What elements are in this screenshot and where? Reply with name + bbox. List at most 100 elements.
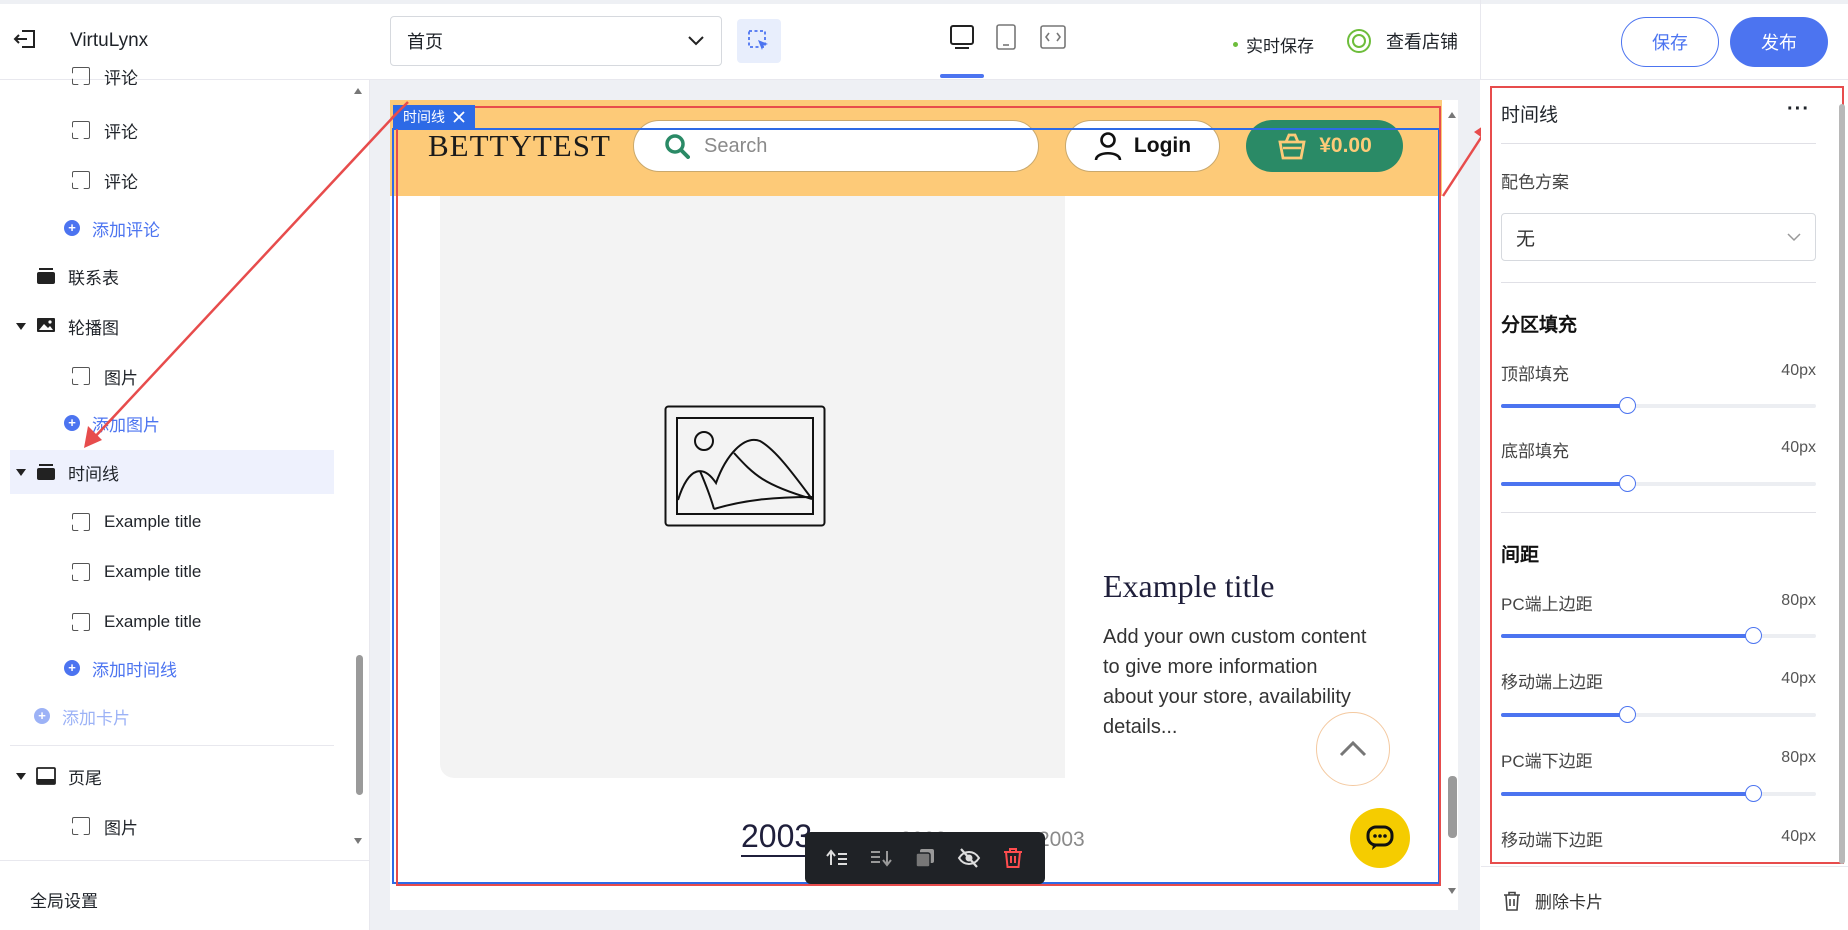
save-button[interactable]: 保存 bbox=[1621, 17, 1719, 67]
close-icon[interactable] bbox=[453, 111, 465, 123]
slider-handle[interactable] bbox=[1619, 475, 1636, 492]
add-comment-label: 添加评论 bbox=[92, 220, 160, 240]
tree-item-comment[interactable]: 评论 bbox=[72, 108, 138, 152]
duplicate-icon[interactable] bbox=[913, 846, 937, 870]
move-up-icon[interactable] bbox=[825, 846, 849, 870]
tree-item-label: 轮播图 bbox=[68, 318, 119, 338]
color-scheme-label: 配色方案 bbox=[1501, 173, 1569, 192]
block-bracket-icon bbox=[72, 67, 90, 85]
add-timeline-button[interactable]: + 添加时间线 bbox=[64, 646, 177, 690]
tree-item-carousel-image[interactable]: 图片 bbox=[72, 354, 138, 398]
tablet-view-button[interactable] bbox=[992, 22, 1020, 52]
delete-card-button[interactable]: 删除卡片 bbox=[1503, 888, 1603, 913]
caret-down-icon[interactable] bbox=[16, 468, 26, 476]
mobile-bottom-margin-label: 移动端下边距 bbox=[1501, 831, 1603, 850]
selection-tag[interactable]: 时间线 bbox=[393, 105, 475, 129]
add-card-button[interactable]: + 添加卡片 bbox=[34, 694, 130, 738]
tree-item-timeline-entry[interactable]: Example title bbox=[72, 550, 201, 594]
pc-bottom-margin-slider[interactable] bbox=[1501, 785, 1816, 802]
hide-icon[interactable] bbox=[957, 846, 981, 870]
add-image-button[interactable]: + 添加图片 bbox=[64, 401, 160, 445]
tree-item-label: 评论 bbox=[104, 172, 138, 192]
chevron-down-icon bbox=[688, 36, 704, 46]
caret-down-icon[interactable] bbox=[16, 322, 26, 330]
tree-item-label: 图片 bbox=[104, 818, 138, 838]
tree-scrollbar-thumb[interactable] bbox=[356, 655, 363, 795]
section-padding-heading: 分区填充 bbox=[1501, 315, 1578, 336]
canvas-scrollbar-thumb[interactable] bbox=[1448, 776, 1457, 838]
delete-card-label: 删除卡片 bbox=[1535, 893, 1603, 912]
tree-item-label: Example title bbox=[104, 562, 202, 581]
plus-circle-icon: + bbox=[64, 660, 80, 676]
block-bracket-icon bbox=[72, 367, 90, 385]
trash-icon[interactable] bbox=[1001, 846, 1025, 870]
tree-item-label: 时间线 bbox=[68, 464, 119, 484]
tree-item-label: 页尾 bbox=[68, 768, 102, 788]
settings-title: 时间线 bbox=[1501, 105, 1559, 126]
fullwidth-view-button[interactable] bbox=[1039, 22, 1067, 52]
add-timeline-label: 添加时间线 bbox=[92, 660, 177, 680]
selection-cursor-icon bbox=[748, 30, 768, 50]
caret-down-icon[interactable] bbox=[16, 772, 26, 780]
pc-bottom-margin-value: 80px bbox=[1781, 749, 1816, 766]
expand-width-icon bbox=[1040, 25, 1066, 49]
tree-item-label: Example title bbox=[104, 512, 202, 531]
mobile-top-margin-slider[interactable] bbox=[1501, 706, 1816, 723]
tree-item-contact-form[interactable]: 联系表 bbox=[36, 254, 119, 298]
color-scheme-select[interactable]: 无 bbox=[1501, 213, 1816, 261]
settings-divider bbox=[1501, 282, 1816, 283]
publish-button[interactable]: 发布 bbox=[1730, 17, 1828, 67]
selection-tag-label: 时间线 bbox=[403, 109, 445, 125]
slider-handle[interactable] bbox=[1619, 397, 1636, 414]
spacing-heading: 间距 bbox=[1501, 545, 1540, 566]
block-bracket-icon bbox=[72, 613, 90, 631]
tree-item-comment[interactable]: 评论 bbox=[72, 62, 138, 90]
bottom-padding-slider[interactable] bbox=[1501, 475, 1816, 492]
settings-scrollbar-thumb[interactable] bbox=[1839, 104, 1845, 864]
mobile-top-margin-value: 40px bbox=[1781, 670, 1816, 687]
plus-circle-icon: + bbox=[34, 708, 50, 724]
image-section-icon bbox=[37, 318, 55, 332]
move-down-icon[interactable] bbox=[869, 846, 893, 870]
tree-item-timeline[interactable]: 时间线 bbox=[16, 450, 119, 494]
pc-top-margin-label: PC端上边距 bbox=[1501, 595, 1593, 614]
tree-item-label: 图片 bbox=[104, 368, 138, 388]
tree-item-timeline-entry[interactable]: Example title bbox=[72, 600, 201, 644]
tree-item-label: 联系表 bbox=[68, 268, 119, 288]
desktop-icon bbox=[950, 25, 974, 49]
desktop-view-button[interactable] bbox=[948, 22, 976, 52]
autosave-label: 实时保存 bbox=[1246, 37, 1314, 56]
top-padding-slider[interactable] bbox=[1501, 397, 1816, 414]
slider-handle[interactable] bbox=[1619, 706, 1636, 723]
footer-section-icon bbox=[36, 767, 56, 785]
add-comment-button[interactable]: + 添加评论 bbox=[64, 206, 160, 250]
top-padding-value: 40px bbox=[1781, 362, 1816, 379]
page-select[interactable]: 首页 bbox=[390, 16, 722, 66]
view-store-link[interactable]: 查看店铺 bbox=[1346, 28, 1458, 54]
section-block-icon bbox=[37, 464, 55, 480]
chevron-down-icon bbox=[1787, 232, 1801, 241]
tree-item-carousel[interactable]: 轮播图 bbox=[16, 304, 119, 348]
more-options-icon[interactable]: ··· bbox=[1787, 98, 1810, 121]
tree-item-label: 评论 bbox=[104, 122, 138, 142]
tree-item-footer[interactable]: 页尾 bbox=[16, 754, 102, 798]
slider-handle[interactable] bbox=[1745, 785, 1762, 802]
tree-item-comment[interactable]: 评论 bbox=[72, 158, 138, 202]
settings-divider bbox=[1501, 143, 1816, 144]
tree-item-label: Example title bbox=[104, 612, 202, 631]
plus-circle-icon: + bbox=[64, 415, 80, 431]
slider-handle[interactable] bbox=[1745, 627, 1762, 644]
page-select-value: 首页 bbox=[407, 32, 443, 52]
tree-item-timeline-entry[interactable]: Example title bbox=[72, 500, 201, 544]
active-device-indicator bbox=[940, 74, 984, 78]
exit-icon[interactable] bbox=[12, 26, 38, 52]
pc-top-margin-slider[interactable] bbox=[1501, 627, 1816, 644]
autosave-status-dot bbox=[1233, 42, 1238, 47]
block-bracket-icon bbox=[72, 171, 90, 189]
tree-item-footer-image[interactable]: 图片 bbox=[72, 804, 138, 848]
pc-bottom-margin-label: PC端下边距 bbox=[1501, 752, 1593, 771]
block-bracket-icon bbox=[72, 817, 90, 835]
global-settings-button[interactable]: 全局设置 bbox=[0, 860, 370, 930]
select-tool-button[interactable] bbox=[737, 19, 781, 63]
settings-footer-divider bbox=[1481, 866, 1848, 867]
